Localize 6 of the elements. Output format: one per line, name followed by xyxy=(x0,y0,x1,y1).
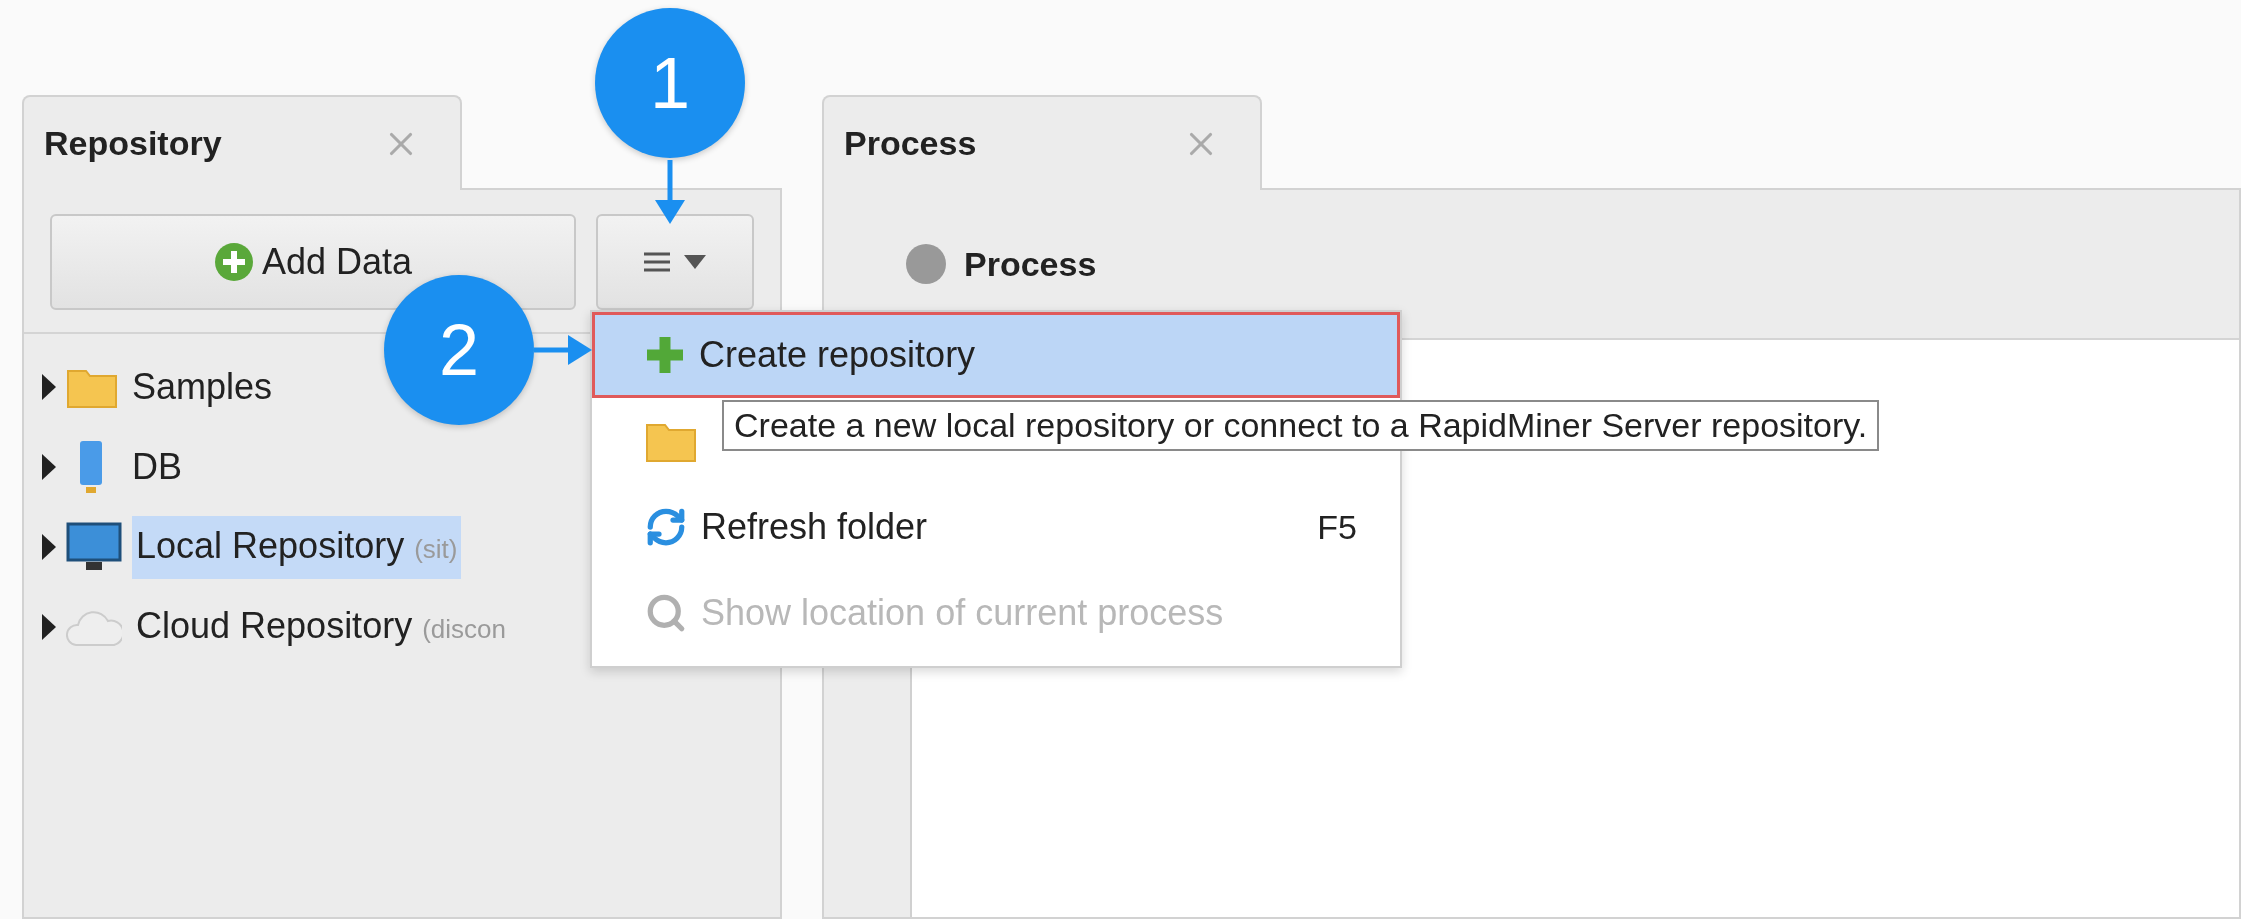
status-note: (sit) xyxy=(414,533,458,564)
tab-title: Repository xyxy=(44,124,222,163)
tooltip: Create a new local repository or connect to a RapidMiner Server repository. xyxy=(722,400,1880,451)
step-number: 1 xyxy=(595,8,745,158)
tab-title: Process xyxy=(844,124,977,163)
status-note: (discon xyxy=(422,613,506,644)
